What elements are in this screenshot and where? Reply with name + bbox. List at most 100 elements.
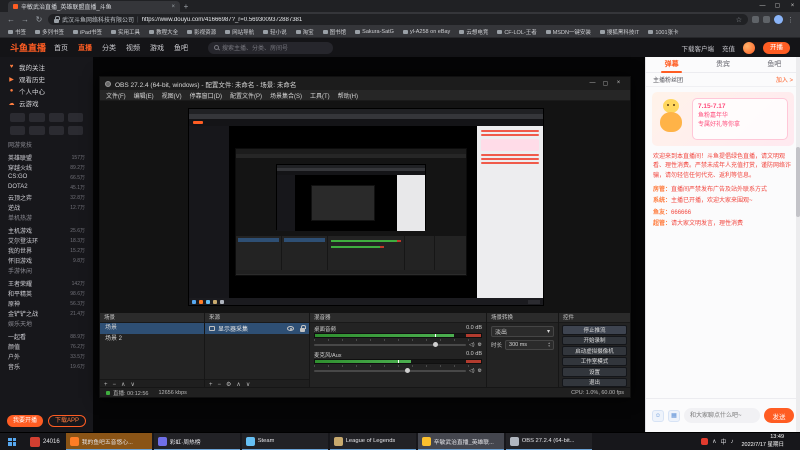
obs-menu-item[interactable]: 场景集合(S) xyxy=(266,91,306,100)
sidebar-category-row[interactable]: 怀旧游戏 9.8万 xyxy=(0,255,93,265)
category-icon[interactable] xyxy=(29,126,45,135)
chat-tab[interactable]: 鱼吧 xyxy=(749,57,800,73)
obs-control-button[interactable]: 工作室模式 xyxy=(562,356,627,366)
nav-item[interactable]: 直播 xyxy=(78,43,92,53)
visibility-eye-icon[interactable] xyxy=(287,326,294,331)
go-live-button[interactable]: 开播 xyxy=(763,41,790,54)
category-icon[interactable] xyxy=(48,126,64,135)
taskbar-widget[interactable]: 24016 xyxy=(24,433,66,450)
sidebar-category-row[interactable]: 音乐 19.6万 xyxy=(0,361,93,371)
obs-menu-item[interactable]: 编辑(E) xyxy=(130,91,158,100)
obs-control-button[interactable]: 设置 xyxy=(562,367,627,377)
bookmark-item[interactable]: CF-LOL-王者 xyxy=(497,28,537,36)
start-streaming-button[interactable]: 我要开播 xyxy=(6,415,43,427)
sidebar-category-row[interactable]: 金铲铲之战 21.4万 xyxy=(0,308,93,318)
spinner-arrows-icon[interactable]: ▴ ▾ xyxy=(548,341,550,348)
douyu-logo[interactable]: 斗鱼直播 xyxy=(10,41,46,54)
site-search[interactable]: 搜索主播、分类、房间号 xyxy=(208,41,334,54)
obs-maximize-icon[interactable]: ▢ xyxy=(599,80,612,87)
channel-menu-icon[interactable]: ⚙ xyxy=(478,368,482,374)
bookmark-item[interactable]: yl-A258 on eBay xyxy=(402,29,450,35)
sidebar-category-row[interactable]: 一起看 88.9万 xyxy=(0,331,93,341)
duration-spinner[interactable]: 300 ms ▴ ▾ xyxy=(505,340,554,350)
obs-menu-item[interactable]: 配置文件(P) xyxy=(226,91,266,100)
start-button[interactable] xyxy=(0,433,24,450)
scene-item[interactable]: 场景 2 xyxy=(100,334,204,345)
sidebar-category-row[interactable]: 颜值 76.2万 xyxy=(0,341,93,351)
sidebar-category-row[interactable]: 穿越火线 89.2万 xyxy=(0,162,93,172)
sidebar-category-row[interactable]: 户外 33.5万 xyxy=(0,351,93,361)
emoji-icon[interactable]: ☺ xyxy=(652,409,664,422)
download-app-button[interactable]: 下载APP xyxy=(48,415,87,427)
nav-item[interactable]: 分类 xyxy=(102,43,116,53)
recharge-link[interactable]: 充值 xyxy=(722,43,735,53)
sidebar-category-row[interactable]: DOTA2 45.1万 xyxy=(0,182,93,192)
obs-menu-item[interactable]: 停靠窗口(D) xyxy=(186,91,226,100)
obs-menu-item[interactable]: 文件(F) xyxy=(102,91,130,100)
chat-user[interactable]: 系统 xyxy=(653,198,671,204)
obs-control-button[interactable]: 停止推流 xyxy=(562,325,627,335)
nav-item[interactable]: 首页 xyxy=(54,43,68,53)
bookmark-item[interactable]: 轻小说 xyxy=(263,28,287,36)
sidebar-category-row[interactable]: 原神 56.3万 xyxy=(0,298,93,308)
bookmark-item[interactable]: 1001张卡 xyxy=(648,28,679,36)
sidebar-category-row[interactable]: 艾尔登法环 18.3万 xyxy=(0,235,93,245)
sidebar-category-row[interactable]: 逆战 12.7万 xyxy=(0,202,93,212)
sidebar-category-row[interactable]: 主机游戏 25.6万 xyxy=(0,225,93,235)
bookmark-item[interactable]: MSDN一键安装 xyxy=(545,28,591,36)
speaker-icon[interactable]: ◁) xyxy=(469,342,475,348)
bookmark-item[interactable]: iPad书签 xyxy=(73,28,102,36)
bookmark-item[interactable]: 图书馆 xyxy=(322,28,346,36)
sidebar-quick-item[interactable]: ● 个人中心 xyxy=(0,85,93,97)
back-icon[interactable]: ← xyxy=(6,15,16,24)
download-client-link[interactable]: 下载客户端 xyxy=(682,43,715,53)
chat-user[interactable]: 超管 xyxy=(653,221,671,227)
obs-menu-item[interactable]: 工具(T) xyxy=(306,91,334,100)
obs-control-button[interactable]: 开始录制 xyxy=(562,335,627,345)
obs-close-icon[interactable]: × xyxy=(612,80,625,87)
volume-slider[interactable]: ◁) ⚙ xyxy=(314,367,482,375)
obs-control-button[interactable]: 退出 xyxy=(562,377,627,387)
close-icon[interactable]: × xyxy=(785,0,800,12)
scene-item[interactable]: 场景 xyxy=(100,323,204,334)
nav-item[interactable]: 鱼吧 xyxy=(174,43,188,53)
bookmark-item[interactable]: 淘宝 xyxy=(295,28,314,36)
bookmark-item[interactable]: 影视资源 xyxy=(187,28,216,36)
obs-minimize-icon[interactable]: — xyxy=(586,80,599,87)
taskbar-app[interactable]: Steam xyxy=(241,433,328,450)
taskbar-clock[interactable]: 13:49 2022/7/17 星期日 xyxy=(738,434,789,448)
browser-profile-avatar[interactable] xyxy=(774,15,783,24)
sidebar-category-row[interactable]: 和平精英 98.6万 xyxy=(0,288,93,298)
reload-icon[interactable]: ↻ xyxy=(34,15,44,24)
sidebar-quick-item[interactable]: ♥ 我的关注 xyxy=(0,61,93,73)
bookmark-item[interactable]: 书签 xyxy=(8,28,26,36)
browser-menu-icon[interactable]: ⋮ xyxy=(787,16,794,24)
chat-input[interactable] xyxy=(684,408,760,423)
bookmark-item[interactable]: 实用工具 xyxy=(111,28,140,36)
bookmark-item[interactable]: 教程大全 xyxy=(149,28,178,36)
chat-user[interactable]: 房管 xyxy=(653,187,671,193)
bookmark-star-icon[interactable]: ☆ xyxy=(736,16,742,24)
extension-icon[interactable] xyxy=(752,16,759,23)
user-avatar[interactable] xyxy=(743,41,755,54)
tray-app-icon[interactable] xyxy=(701,438,709,445)
sidebar-category-row[interactable]: CS:GO 66.5万 xyxy=(0,172,93,182)
bookmark-item[interactable]: 云想电竞 xyxy=(459,28,488,36)
event-promo-card[interactable]: 7.15-7.17 鱼粉嘉年华 专属好礼等你拿 xyxy=(652,92,794,146)
category-icon[interactable] xyxy=(48,113,64,122)
chat-user[interactable]: 鱼友 xyxy=(653,210,671,216)
speaker-icon[interactable]: ◁) xyxy=(469,368,475,374)
sidebar-quick-item[interactable]: ☁ 云游戏 xyxy=(0,97,93,109)
obs-menu-item[interactable]: 视图(V) xyxy=(158,91,186,100)
forward-icon[interactable]: → xyxy=(20,15,30,24)
source-item[interactable]: 显示器采集 xyxy=(205,323,309,334)
transition-select[interactable]: 淡出 ▾ xyxy=(491,326,554,337)
taskbar-app[interactable]: 我的鱼吧五音悠心... xyxy=(65,433,152,450)
stream-player[interactable]: OBS 27.2.4 (64-bit, windows) - 配置文件: 未命名… xyxy=(93,57,645,432)
extension-icon[interactable] xyxy=(763,16,770,23)
send-button[interactable]: 发送 xyxy=(764,408,794,423)
join-fan-club-button[interactable]: 加入 > xyxy=(776,75,793,84)
chat-tab[interactable]: 贵宾 xyxy=(697,57,748,73)
nav-item[interactable]: 视频 xyxy=(126,43,140,53)
browser-tab[interactable]: 辛敏武治直播_英雄联盟直播_斗鱼 × xyxy=(8,1,180,12)
